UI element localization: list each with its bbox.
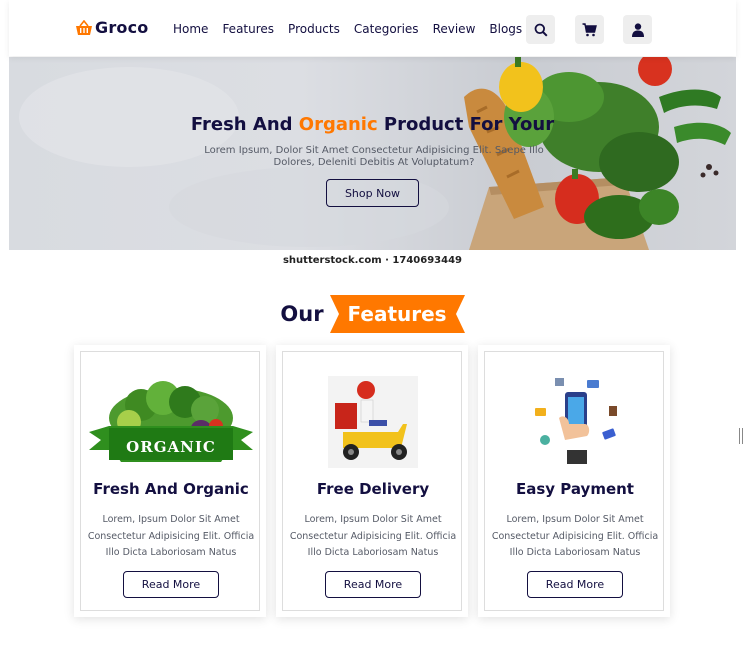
hero-title-part: Fresh And bbox=[190, 114, 299, 135]
heading-word-features: Features bbox=[347, 302, 447, 326]
card-desc-line: Lorem, Ipsum Dolor Sit Amet bbox=[102, 514, 240, 525]
user-button[interactable] bbox=[623, 15, 652, 44]
feature-card: Free Delivery Lorem, Ipsum Dolor Sit Ame… bbox=[276, 345, 468, 617]
nav-blogs[interactable]: Blogs bbox=[489, 22, 522, 36]
heading-word-our: Our bbox=[280, 302, 324, 326]
card-title: Easy Payment bbox=[516, 480, 634, 498]
search-button[interactable] bbox=[526, 15, 555, 44]
card-title: Free Delivery bbox=[316, 480, 430, 498]
read-more-button[interactable]: Read More bbox=[325, 571, 421, 598]
brand-name: Groco bbox=[95, 18, 149, 37]
header: Groco Home Features Products Categories … bbox=[9, 0, 736, 56]
hero-title-part: Product For Your bbox=[377, 114, 555, 135]
page-frame: Groco Home Features Products Categories … bbox=[9, 0, 736, 656]
card-description: Lorem, Ipsum Dolor Sit Amet Consectetur … bbox=[87, 512, 255, 562]
scrollbar-grip[interactable] bbox=[739, 428, 743, 444]
card-desc-line: Illo Dicta Laboriosam Natus bbox=[509, 547, 641, 558]
card-border: Free Delivery Lorem, Ipsum Dolor Sit Ame… bbox=[282, 351, 462, 611]
card-desc-line: Lorem, Ipsum Dolor Sit Amet bbox=[506, 514, 644, 525]
card-border: Easy Payment Lorem, Ipsum Dolor Sit Amet… bbox=[484, 351, 664, 611]
hero-subtitle-line: Lorem Ipsum, Dolor Sit Amet Consectetur … bbox=[204, 145, 544, 156]
card-description: Lorem, Ipsum Dolor Sit Amet Consectetur … bbox=[491, 512, 659, 562]
logo[interactable]: Groco bbox=[75, 18, 149, 37]
card-desc-line: Consectetur Adipisicing Elit. Officia bbox=[491, 530, 659, 542]
card-desc-line: Illo Dicta Laboriosam Natus bbox=[105, 547, 237, 558]
card-desc-line: Lorem, Ipsum Dolor Sit Amet bbox=[304, 514, 442, 525]
organic-badge-text: ORGANIC bbox=[126, 438, 216, 456]
card-border: ORGANIC Fresh And Organic Lorem, Ipsum D… bbox=[80, 351, 260, 611]
hero-subtitle: Lorem Ipsum, Dolor Sit Amet Consectetur … bbox=[189, 145, 559, 169]
nav-categories[interactable]: Categories bbox=[354, 22, 419, 36]
nav-products[interactable]: Products bbox=[288, 22, 340, 36]
card-desc-line: Consectetur Adipisicing Elit. Officia bbox=[87, 530, 255, 542]
cart-icon bbox=[582, 22, 597, 36]
card-title: Fresh And Organic bbox=[93, 480, 249, 498]
nav-review[interactable]: Review bbox=[433, 22, 476, 36]
nav-features[interactable]: Features bbox=[222, 22, 274, 36]
heading-ribbon: Features bbox=[329, 295, 465, 333]
card-desc-line: Consectetur Adipisicing Elit. Officia bbox=[289, 530, 457, 542]
hero-subtitle-line: Dolores, Deleniti Debitis At Voluptatum? bbox=[273, 157, 475, 168]
search-icon bbox=[534, 23, 548, 37]
features-heading: Our Features bbox=[9, 295, 736, 333]
read-more-button[interactable]: Read More bbox=[527, 571, 623, 598]
hero-title: Fresh And Organic Product For Your bbox=[9, 114, 736, 135]
card-description: Lorem, Ipsum Dolor Sit Amet Consectetur … bbox=[289, 512, 457, 562]
shop-now-button[interactable]: Shop Now bbox=[326, 179, 419, 207]
nav-home[interactable]: Home bbox=[173, 22, 208, 36]
basket-icon bbox=[76, 19, 92, 35]
main-nav: Home Features Products Categories Review… bbox=[173, 22, 536, 36]
user-icon bbox=[631, 22, 644, 37]
image-watermark: shutterstock.com · 1740693449 bbox=[282, 255, 462, 266]
feature-card: ORGANIC Fresh And Organic Lorem, Ipsum D… bbox=[74, 345, 266, 617]
cart-button[interactable] bbox=[575, 15, 604, 44]
easy-payment-image bbox=[535, 378, 617, 464]
read-more-button[interactable]: Read More bbox=[123, 571, 219, 598]
feature-card: Easy Payment Lorem, Ipsum Dolor Sit Amet… bbox=[478, 345, 670, 617]
card-desc-line: Illo Dicta Laboriosam Natus bbox=[307, 547, 439, 558]
delivery-scooter-image bbox=[328, 376, 418, 468]
hero-title-accent: Organic bbox=[298, 114, 378, 135]
